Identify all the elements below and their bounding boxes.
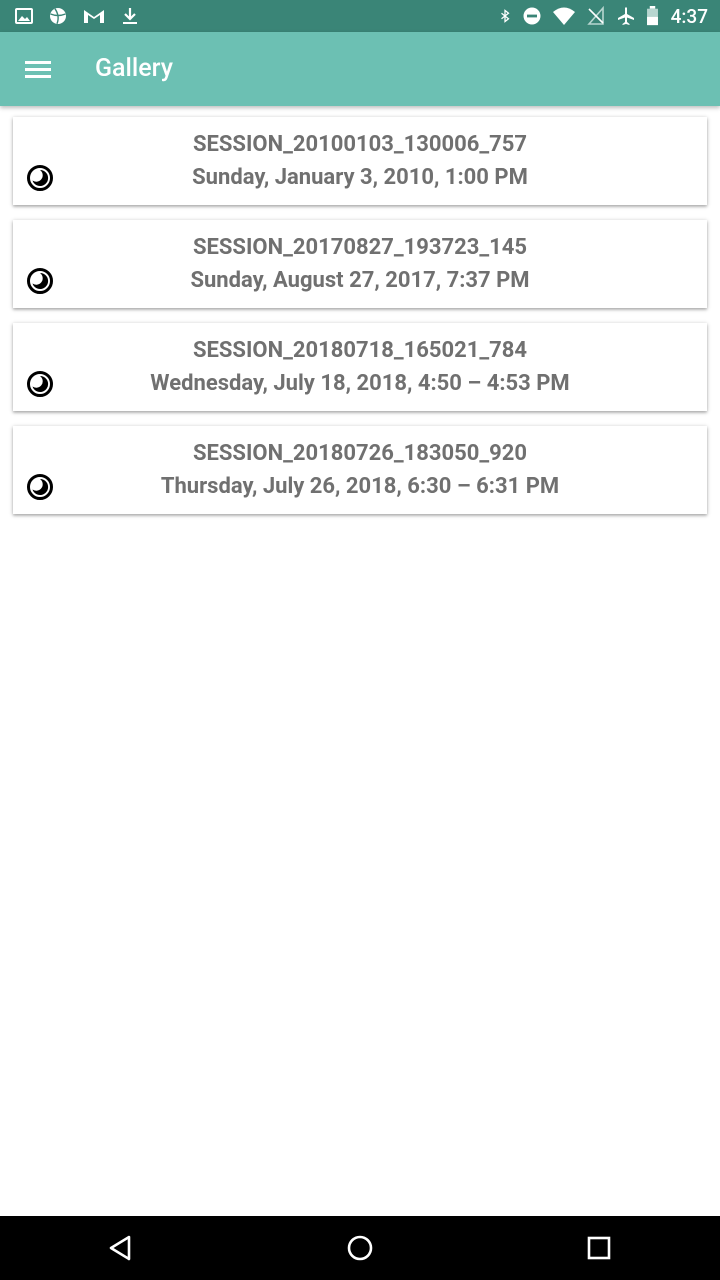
session-card[interactable]: SESSION_20180726_183050_920 Thursday, Ju…	[13, 426, 707, 514]
recents-icon	[587, 1236, 611, 1260]
no-sim-icon	[586, 6, 604, 25]
home-icon	[347, 1235, 373, 1261]
session-name: SESSION_20100103_130006_757	[192, 132, 528, 157]
home-button[interactable]	[340, 1228, 380, 1268]
session-card[interactable]: SESSION_20180718_165021_784 Wednesday, J…	[13, 323, 707, 411]
session-list: SESSION_20100103_130006_757 Sunday, Janu…	[13, 117, 707, 529]
basketball-icon	[50, 8, 66, 25]
session-card[interactable]: SESSION_20100103_130006_757 Sunday, Janu…	[13, 117, 707, 205]
battery-icon	[646, 6, 658, 26]
notification-icons	[14, 5, 140, 27]
wifi-icon	[552, 7, 575, 25]
app-bar: Gallery	[0, 32, 720, 106]
session-date: Sunday, January 3, 2010, 1:00 PM	[192, 165, 528, 190]
status-bar: 4:37	[0, 0, 720, 32]
navigation-bar	[0, 1216, 720, 1280]
menu-button[interactable]	[14, 45, 62, 93]
bluetooth-icon	[500, 9, 510, 23]
recents-button[interactable]	[579, 1228, 619, 1268]
session-name: SESSION_20180718_165021_784	[192, 338, 528, 363]
session-name: SESSION_20180726_183050_920	[192, 441, 528, 466]
back-icon	[109, 1235, 131, 1261]
do-not-disturb-icon	[523, 7, 541, 25]
image-icon	[15, 8, 33, 24]
system-icons: 4:37	[498, 4, 708, 28]
download-icon	[123, 8, 137, 24]
gmail-icon	[84, 10, 104, 23]
session-date: Sunday, August 27, 2017, 7:37 PM	[190, 268, 530, 293]
page-title: Gallery	[95, 54, 173, 83]
hamburger-menu-icon	[25, 61, 51, 78]
session-card[interactable]: SESSION_20170827_193723_145 Sunday, Augu…	[13, 220, 707, 308]
session-date: Wednesday, July 18, 2018, 4:50 – 4:53 PM	[150, 371, 570, 396]
clock-time: 4:37	[670, 4, 708, 28]
session-date: Thursday, July 26, 2018, 6:30 – 6:31 PM	[160, 474, 560, 499]
back-button[interactable]	[100, 1228, 140, 1268]
session-name: SESSION_20170827_193723_145	[192, 235, 528, 260]
airplane-icon	[617, 7, 634, 25]
